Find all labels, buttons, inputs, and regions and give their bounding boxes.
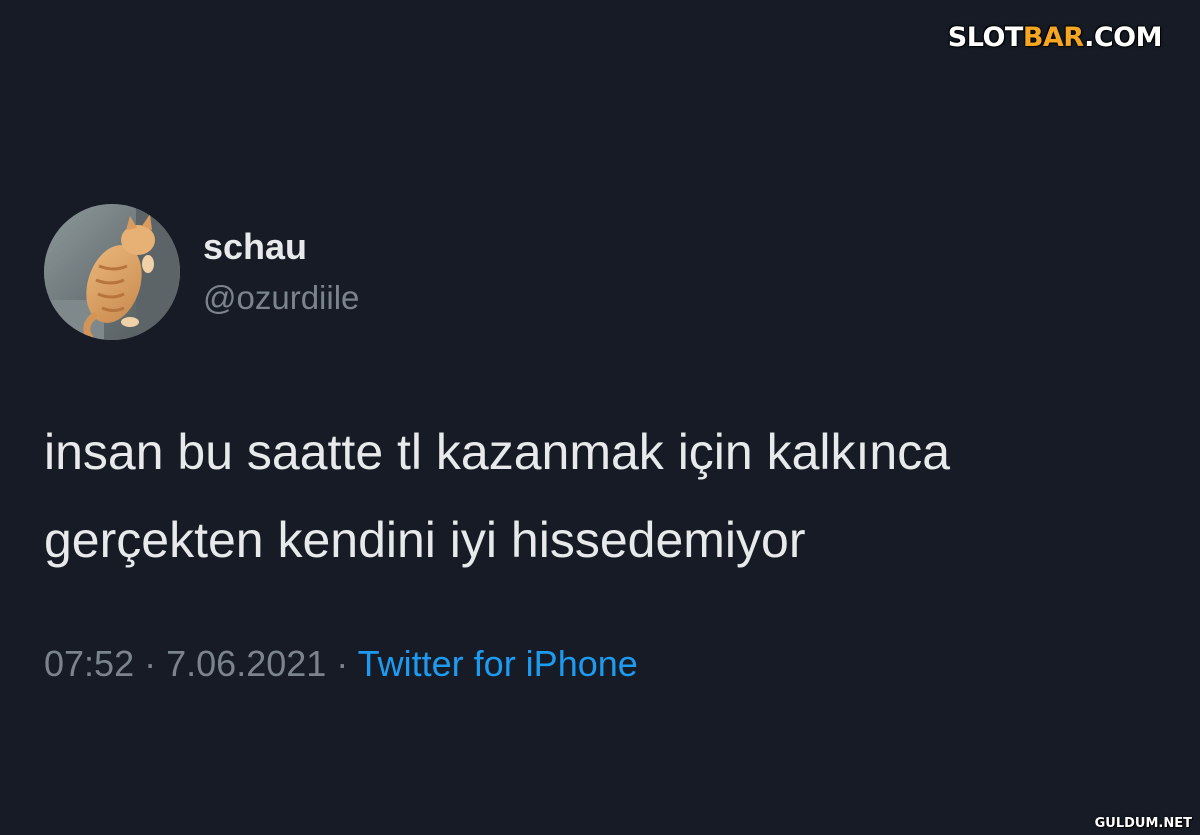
user-handle[interactable]: @ozurdiile xyxy=(203,279,359,317)
tweet-source-link[interactable]: Twitter for iPhone xyxy=(358,643,638,684)
tweet-text-line: insan bu saatte tl kazanmak için kalkınc… xyxy=(44,424,951,480)
meta-separator: · xyxy=(336,643,349,684)
tweet-text: insan bu saatte tl kazanmak için kalkınc… xyxy=(44,408,1164,584)
cat-photo-icon xyxy=(44,204,180,340)
watermark-prefix: SLOT xyxy=(947,22,1024,53)
tweet-screenshot: SLOTBAR.COM schau @ozurdiile insan bu sa… xyxy=(0,0,1200,835)
watermark-suffix: .COM xyxy=(1084,22,1162,53)
tweet-date[interactable]: 7.06.2021 xyxy=(166,643,326,684)
tweet-time[interactable]: 07:52 xyxy=(44,643,134,684)
watermark-accent: BAR xyxy=(1022,22,1085,53)
display-name[interactable]: schau xyxy=(203,226,307,268)
tweet-meta: 07:52 · 7.06.2021 · Twitter for iPhone xyxy=(44,643,638,685)
guldum-watermark: GULDUM.NET xyxy=(1094,816,1192,831)
meta-separator: · xyxy=(144,643,157,684)
avatar[interactable] xyxy=(44,204,180,340)
slotbar-watermark: SLOTBAR.COM xyxy=(947,22,1163,53)
tweet-text-line: gerçekten kendini iyi hissedemiyor xyxy=(44,512,806,568)
